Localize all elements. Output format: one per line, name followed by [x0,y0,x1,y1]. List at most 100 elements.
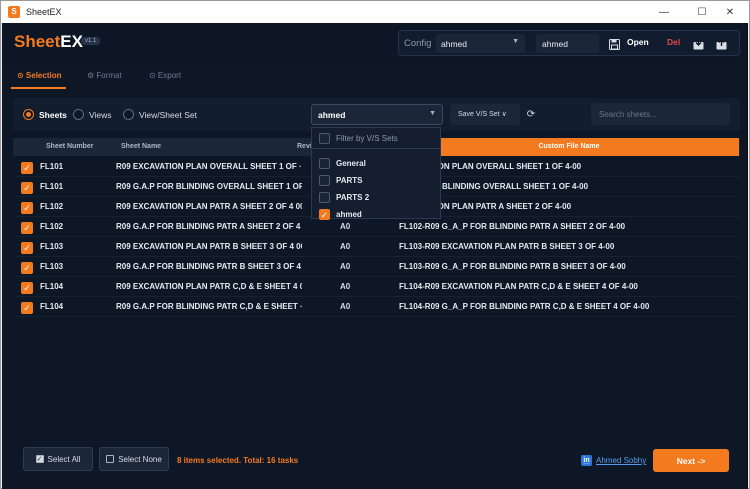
radio-view-sheet-set[interactable]: View/Sheet Set [123,109,197,120]
radio-views-label: Views [89,109,112,120]
author-link[interactable]: in Ahmed Sobhy [581,455,646,466]
save-vs-set-button[interactable]: Save V/S Set ∨ [450,104,520,125]
tab-bar: ⊙ Selection ⚙ Format ⊙ Export [2,63,736,90]
cell-revision: A0 [340,222,351,231]
export-icon[interactable] [713,35,729,53]
row-checkbox[interactable]: ✓ [21,162,33,174]
cell-sheet-name: R09 G.A.P FOR BLINDING OVERALL SHEET 1 O… [116,182,302,191]
cell-sheet-number: FL103 [40,262,64,271]
table-row[interactable]: ✓ FL104 R09 G.A.P FOR BLINDING PATR C,D & … [13,299,740,317]
cell-sheet-name: R09 G.A.P FOR BLINDING PATR A SHEET 2 OF… [116,222,302,231]
row-checkbox[interactable]: ✓ [21,222,33,234]
cell-sheet-number: FL102 [40,222,64,231]
cell-custom-file-name[interactable]: G.A.P FOR BLINDING OVERALL SHEET 1 OF 4-… [399,182,729,191]
cell-custom-file-name[interactable]: EXCAVATION PLAN PATR A SHEET 2 OF 4-00 [399,202,729,211]
table-row[interactable]: ✓ FL103 R09 G.A.P FOR BLINDING PATR B SHEE… [13,259,740,277]
checkbox-empty-icon [319,158,330,169]
dropdown-item[interactable]: General [312,155,440,172]
dropdown-item-label: PARTS [336,176,363,185]
minimize-icon[interactable]: — [647,1,681,23]
config-select[interactable]: ahmed ▼ [436,34,525,53]
selection-status: 8 items selected. Total: 16 tasks [177,456,299,465]
radio-sheets-label: Sheets [39,109,67,120]
dropdown-item[interactable]: PARTS 2 [312,189,440,206]
radio-dot [123,109,134,120]
footer-bar: ✓ Select All Select None 8 items selected… [13,443,740,479]
cell-sheet-name: R09 EXCAVATION PLAN PATR B SHEET 3 OF 4 … [116,242,302,251]
header-custom-file-name[interactable]: Custom File Name [399,138,739,156]
cell-revision: A0 [340,282,351,291]
table-row[interactable]: ✓ FL103 R09 EXCAVATION PLAN PATR B SHEET 3… [13,239,740,257]
logo: SheetEX [14,32,83,52]
row-checkbox[interactable]: ✓ [21,282,33,294]
delete-button[interactable]: Del [667,37,680,47]
cell-custom-file-name[interactable]: FL103-R09 G_A_P FOR BLINDING PATR B SHEE… [399,262,729,271]
radio-sheets[interactable]: Sheets [23,109,67,120]
tab-export[interactable]: ⊙ Export [149,71,181,80]
cell-custom-file-name[interactable]: FL104-R09 G_A_P FOR BLINDING PATR C,D & … [399,302,729,311]
config-bar: Config ahmed ▼ ahmed Open Del [398,30,740,56]
filter-checkbox [319,133,330,144]
table-row[interactable]: ✓ FL104 R09 EXCAVATION PLAN PATR C,D & E S… [13,279,740,297]
cell-custom-file-name[interactable]: EXCAVATION PLAN OVERALL SHEET 1 OF 4-00 [399,162,729,171]
row-checkbox[interactable]: ✓ [21,302,33,314]
checkbox-empty-icon [106,455,115,463]
cell-sheet-name: R09 G.A.P FOR BLINDING PATR B SHEET 3 OF… [116,262,302,271]
cell-sheet-name: R09 EXCAVATION PLAN OVERALL SHEET 1 OF ·… [116,162,302,171]
chevron-down-icon: ▼ [429,110,436,117]
dropdown-item-label: PARTS 2 [336,193,370,202]
radio-views[interactable]: Views [73,109,112,120]
select-none-label: Select None [118,454,162,464]
radio-dot [23,109,34,120]
dropdown-filter-input[interactable]: Filter by V/S Sets [312,130,440,147]
cell-sheet-number: FL104 [40,302,64,311]
dropdown-item[interactable]: ✓ ahmed [312,206,440,223]
row-checkbox[interactable]: ✓ [21,202,33,214]
next-button[interactable]: Next -> [653,449,729,472]
linkedin-icon: in [581,455,592,466]
config-select-value: ahmed [441,39,467,49]
cell-custom-file-name[interactable]: FL103-R09 EXCAVATION PLAN PATR B SHEET 3… [399,242,729,251]
tab-format[interactable]: ⚙ Format [87,71,122,80]
cell-revision: A0 [340,262,351,271]
cell-sheet-name: R09 G.A.P FOR BLINDING PATR C,D & E SHEE… [116,302,302,311]
dropdown-filter-placeholder: Filter by V/S Sets [336,134,398,143]
header-revision[interactable]: Revi [297,143,312,150]
vs-set-select-value: ahmed [318,110,346,120]
checkbox-empty-icon [319,192,330,203]
select-none-button[interactable]: Select None [99,447,169,471]
logo-part-2: EX [60,32,83,51]
cell-sheet-number: FL101 [40,162,64,171]
checkbox-empty-icon [319,175,330,186]
row-checkbox[interactable]: ✓ [21,262,33,274]
cell-custom-file-name[interactable]: FL104-R09 EXCAVATION PLAN PATR C,D & E S… [399,282,729,291]
save-icon[interactable] [606,35,622,53]
version-badge: v1.1 [81,37,101,45]
checkbox-checked-icon: ✓ [319,209,330,220]
title-bar: S SheetEX — ☐ ✕ [1,1,749,23]
open-button[interactable]: Open [627,37,649,47]
window-title: SheetEX [26,7,62,17]
app-body: SheetEX v1.1 Config ahmed ▼ ahmed Open De… [2,23,748,489]
dropdown-divider [312,148,440,149]
vs-set-select[interactable]: ahmed ▼ [311,104,443,125]
author-name: Ahmed Sobhy [596,456,647,465]
config-name-input[interactable]: ahmed [536,34,599,53]
config-label: Config [404,38,432,49]
app-window: S SheetEX — ☐ ✕ SheetEX v1.1 Config ahme… [0,0,750,489]
tab-selection[interactable]: ⊙ Selection [17,71,62,80]
header-sheet-name[interactable]: Sheet Name [121,143,161,150]
close-icon[interactable]: ✕ [713,1,747,23]
header-sheet-number[interactable]: Sheet Number [46,143,93,150]
row-checkbox[interactable]: ✓ [21,242,33,254]
cell-custom-file-name[interactable]: FL102-R09 G_A_P FOR BLINDING PATR A SHEE… [399,222,729,231]
select-all-button[interactable]: ✓ Select All [23,447,93,471]
cell-sheet-name: R09 EXCAVATION PLAN PATR C,D & E SHEET 4… [116,282,302,291]
row-checkbox[interactable]: ✓ [21,182,33,194]
cell-sheet-number: FL102 [40,202,64,211]
dropdown-item-label: General [336,159,366,168]
refresh-icon[interactable]: ⟳ [521,104,541,125]
dropdown-item[interactable]: PARTS [312,172,440,189]
import-icon[interactable] [690,35,706,53]
search-input[interactable] [591,103,730,125]
